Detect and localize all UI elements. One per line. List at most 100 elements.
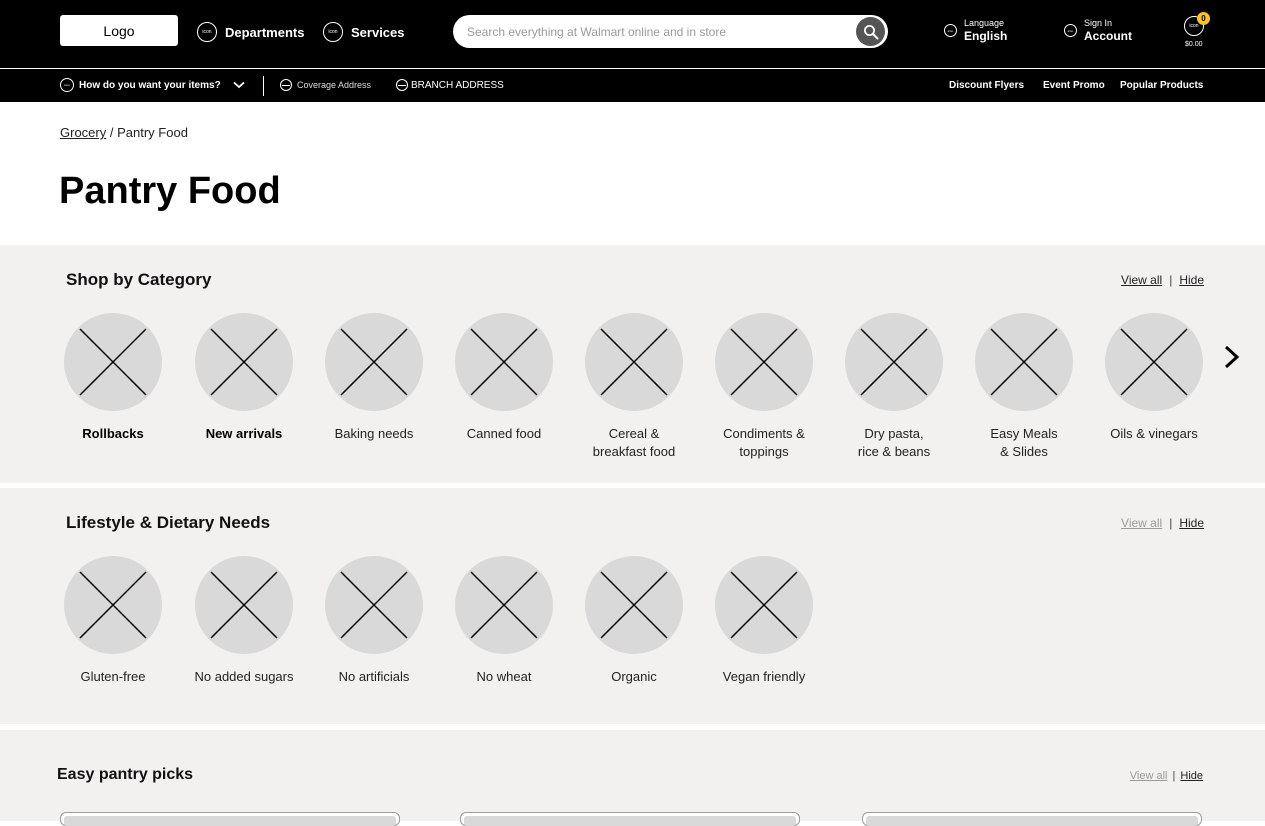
page-title: Pantry Food: [59, 170, 281, 212]
store-icon: [396, 79, 408, 91]
logo[interactable]: Logo: [60, 15, 178, 46]
category-label: Organic: [569, 668, 699, 686]
breadcrumb-grocery-link[interactable]: Grocery: [60, 125, 106, 140]
category-tile[interactable]: Condiments & toppings: [699, 313, 829, 461]
services-label: Services: [351, 24, 405, 40]
category-image: [715, 556, 813, 654]
image-placeholder-icon: [600, 328, 668, 396]
image-placeholder-icon: [210, 571, 278, 639]
departments-label: Departments: [225, 24, 305, 40]
image-placeholder-icon: [600, 571, 668, 639]
hide-link[interactable]: Hide: [1180, 770, 1203, 782]
category-tile[interactable]: No artificials: [309, 556, 439, 686]
search-bar: [453, 15, 888, 48]
view-all-link[interactable]: View all: [1121, 273, 1162, 287]
image-placeholder-icon: [340, 328, 408, 396]
category-label-line: Canned food: [466, 426, 542, 441]
category-label-line: Vegan friendly: [722, 669, 806, 684]
category-label: Canned food: [439, 425, 569, 443]
category-label: Baking needs: [309, 425, 439, 443]
category-tile[interactable]: Dry pasta, rice & beans: [829, 313, 959, 461]
section-title: Easy pantry picks: [57, 766, 194, 783]
account-menu[interactable]: icon Sign In Account: [1064, 17, 1132, 44]
category-image: [195, 556, 293, 654]
category-tile[interactable]: Easy Meals & Slides: [959, 313, 1089, 461]
image-placeholder-icon: [470, 571, 538, 639]
category-label: Easy Meals & Slides: [959, 425, 1089, 461]
category-tile[interactable]: No wheat: [439, 556, 569, 686]
discount-flyers-link[interactable]: Discount Flyers: [949, 80, 1024, 91]
category-image: [455, 556, 553, 654]
departments-menu[interactable]: icon Departments: [197, 20, 304, 44]
product-image: [866, 816, 1198, 826]
image-placeholder-icon: [79, 571, 147, 639]
category-label-line: rice & beans: [857, 444, 931, 459]
category-label-line: toppings: [739, 444, 789, 459]
image-placeholder-icon: [210, 328, 278, 396]
easy-pantry-picks-section: Easy pantry picks View all | Hide: [0, 730, 1265, 821]
image-placeholder-icon: [470, 328, 538, 396]
category-tile[interactable]: No added sugars: [179, 556, 309, 686]
category-label: No artificials: [309, 668, 439, 686]
breadcrumb-separator: /: [109, 125, 114, 140]
coverage-address-label: Coverage Address: [297, 80, 372, 90]
product-card[interactable]: [60, 812, 400, 826]
view-all-link[interactable]: View all: [1121, 516, 1162, 530]
hide-link[interactable]: Hide: [1179, 516, 1204, 530]
language-selector[interactable]: icon Language English: [944, 17, 1007, 44]
view-all-link[interactable]: View all: [1130, 770, 1168, 782]
category-label: No wheat: [439, 668, 569, 686]
category-tile[interactable]: Gluten-free: [48, 556, 178, 686]
branch-address-link[interactable]: BRANCH ADDRESS: [396, 77, 504, 93]
hide-link[interactable]: Hide: [1179, 273, 1204, 287]
product-card[interactable]: [460, 812, 800, 826]
category-tile[interactable]: Cereal & breakfast food: [569, 313, 699, 461]
section-title: Shop by Category: [66, 270, 212, 289]
category-label-line: Baking needs: [334, 426, 414, 441]
category-label-line: Oils & vinegars: [1110, 426, 1198, 441]
category-tile[interactable]: Canned food: [439, 313, 569, 443]
account-icon: icon: [1064, 24, 1077, 37]
event-promo-link[interactable]: Event Promo: [1043, 80, 1105, 91]
category-label: Vegan friendly: [699, 668, 829, 686]
category-label-line: Easy Meals: [990, 426, 1058, 441]
category-tile[interactable]: New arrivals: [179, 313, 309, 443]
chevron-right-icon[interactable]: [1222, 344, 1242, 370]
category-tile[interactable]: Rollbacks: [48, 313, 178, 443]
category-image: [64, 556, 162, 654]
category-label-line: No artificials: [338, 669, 410, 684]
category-image: [975, 313, 1073, 411]
category-label-line: Gluten-free: [80, 669, 146, 684]
category-label: Dry pasta, rice & beans: [829, 425, 959, 461]
category-label-line: Rollbacks: [82, 426, 144, 441]
category-tile[interactable]: Oils & vinegars: [1089, 313, 1219, 443]
popular-products-link[interactable]: Popular Products: [1120, 80, 1203, 91]
search-input[interactable]: [467, 15, 847, 48]
category-tile[interactable]: Vegan friendly: [699, 556, 829, 686]
coverage-address-link[interactable]: Coverage Address: [280, 77, 371, 93]
services-menu[interactable]: icon Services: [323, 20, 405, 44]
search-button[interactable]: [856, 17, 885, 46]
category-image: [325, 556, 423, 654]
category-image: [845, 313, 943, 411]
separator: |: [1172, 770, 1176, 782]
product-card[interactable]: [862, 812, 1202, 826]
language-value: English: [964, 29, 1008, 43]
category-image: [64, 313, 162, 411]
category-image: [195, 313, 293, 411]
delivery-options-dropdown[interactable]: icon How do you want your items?: [60, 77, 245, 93]
category-tile[interactable]: Organic: [569, 556, 699, 686]
category-image: [715, 313, 813, 411]
category-tile[interactable]: Baking needs: [309, 313, 439, 443]
image-placeholder-icon: [860, 328, 928, 396]
image-placeholder-icon: [990, 328, 1058, 396]
account-label: Account: [1084, 29, 1132, 43]
cart-button[interactable]: icon 0 $0.00: [1184, 12, 1210, 48]
image-placeholder-icon: [1120, 328, 1188, 396]
chevron-down-icon: [233, 81, 245, 89]
category-image: [585, 556, 683, 654]
lifestyle-dietary-section: Lifestyle & Dietary Needs View all | Hid…: [0, 488, 1265, 724]
sub-nav-divider: [263, 76, 264, 96]
shop-by-category-section: Shop by Category View all | Hide Rollbac…: [0, 245, 1265, 483]
top-bar: Logo icon Departments icon Services icon…: [0, 0, 1265, 68]
